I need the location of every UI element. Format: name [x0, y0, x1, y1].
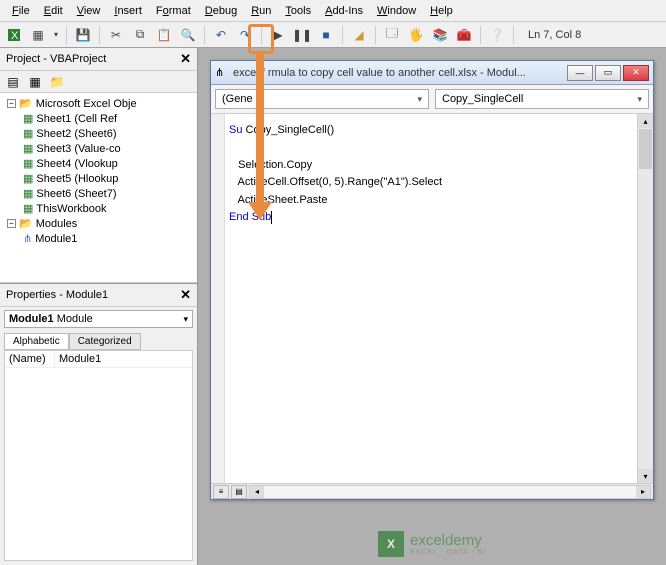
close-button[interactable]: ✕ [623, 65, 649, 81]
run-icon[interactable]: ▶ [268, 25, 288, 45]
design-mode-icon[interactable]: ◢ [349, 25, 369, 45]
tree-thisworkbook[interactable]: ▦ThisWorkbook [3, 201, 194, 216]
redo-icon[interactable]: ↷ [235, 25, 255, 45]
view-excel-icon[interactable]: X [4, 25, 24, 45]
tree-sheet[interactable]: ▦Sheet2 (Sheet6) [3, 126, 194, 141]
tree-module[interactable]: ⋔Module1 [3, 231, 194, 246]
properties-pane-title: Properties - Module1 ✕ [0, 283, 197, 307]
tab-categorized[interactable]: Categorized [69, 333, 141, 350]
project-toolbar: ▤ ▦ 📁 [0, 71, 197, 93]
code-window-titlebar[interactable]: ⋔ excel f rmula to copy cell value to an… [211, 61, 653, 85]
code-margin [211, 114, 225, 483]
tab-alphabetic[interactable]: Alphabetic [4, 333, 69, 350]
object-combo[interactable]: (Gene ▾ [215, 89, 429, 109]
properties-grid[interactable]: (Name) Module1 [4, 350, 193, 561]
undo-icon[interactable]: ↶ [211, 25, 231, 45]
view-code-icon[interactable]: ▤ [4, 73, 22, 91]
menu-help[interactable]: Help [424, 2, 459, 20]
menu-debug[interactable]: Debug [199, 2, 243, 20]
tree-sheet[interactable]: ▦Sheet5 (Hlookup [3, 171, 194, 186]
properties-icon[interactable]: 🖐 [406, 25, 426, 45]
menu-window[interactable]: Window [371, 2, 422, 20]
code-editor[interactable]: Su Copy_SingleCell() Selection.Copy Acti… [225, 114, 637, 483]
scroll-down-icon[interactable]: ▾ [638, 469, 653, 483]
help-icon[interactable]: ❔ [487, 25, 507, 45]
project-tree[interactable]: −📂Microsoft Excel Obje ▦Sheet1 (Cell Ref… [0, 93, 197, 283]
menu-format[interactable]: Format [150, 2, 197, 20]
minimize-button[interactable]: — [567, 65, 593, 81]
code-window: ⋔ excel f rmula to copy cell value to an… [210, 60, 654, 500]
project-explorer-icon[interactable]: 🗔 [382, 25, 402, 45]
code-window-title: excel f rmula to copy cell value to anot… [233, 67, 563, 79]
project-pane-title: Project - VBAProject ✕ [0, 48, 197, 71]
paste-icon[interactable]: 📋 [154, 25, 174, 45]
horizontal-scrollbar[interactable]: ≡ ▤ ◂ ▸ [211, 483, 653, 499]
full-module-view-icon[interactable]: ▤ [231, 485, 247, 499]
chevron-down-icon: ▾ [183, 314, 188, 325]
cursor-position: Ln 7, Col 8 [524, 29, 585, 41]
tree-sheet[interactable]: ▦Sheet6 (Sheet7) [3, 186, 194, 201]
chevron-down-icon: ▾ [417, 94, 422, 105]
break-icon[interactable]: ❚❚ [292, 25, 312, 45]
tree-folder-modules[interactable]: −📂Modules [3, 216, 194, 231]
toggle-folders-icon[interactable]: 📁 [48, 73, 66, 91]
tree-sheet[interactable]: ▦Sheet1 (Cell Ref [3, 111, 194, 126]
menu-bar: File Edit View Insert Format Debug Run T… [0, 0, 666, 22]
find-icon[interactable]: 🔍 [178, 25, 198, 45]
reset-icon[interactable]: ■ [316, 25, 336, 45]
text-cursor [271, 211, 272, 224]
svg-text:X: X [11, 30, 19, 42]
tree-folder-excel-objects[interactable]: −📂Microsoft Excel Obje [3, 96, 194, 111]
toolbox-icon[interactable]: 🧰 [454, 25, 474, 45]
procedure-view-icon[interactable]: ≡ [213, 485, 229, 499]
maximize-button[interactable]: ▭ [595, 65, 621, 81]
copy-icon[interactable]: ⧉ [130, 25, 150, 45]
watermark: X exceldemy EXCEL · DATA · BI [378, 531, 486, 557]
property-row[interactable]: (Name) Module1 [5, 351, 192, 368]
view-object-icon[interactable]: ▦ [26, 73, 44, 91]
scroll-up-icon[interactable]: ▴ [638, 114, 653, 128]
procedure-combo[interactable]: Copy_SingleCell ▾ [435, 89, 649, 109]
close-icon[interactable]: ✕ [180, 287, 191, 303]
insert-module-icon[interactable]: ▦ [28, 25, 48, 45]
close-icon[interactable]: ✕ [180, 51, 191, 67]
module-icon: ⋔ [215, 66, 229, 80]
object-browser-icon[interactable]: 📚 [430, 25, 450, 45]
cut-icon[interactable]: ✂ [106, 25, 126, 45]
menu-run[interactable]: Run [245, 2, 277, 20]
scroll-left-icon[interactable]: ◂ [250, 486, 264, 498]
tree-sheet[interactable]: ▦Sheet4 (Vlookup [3, 156, 194, 171]
tree-sheet[interactable]: ▦Sheet3 (Value-co [3, 141, 194, 156]
properties-object-combo[interactable]: Module1 Module ▾ [4, 310, 193, 328]
menu-view[interactable]: View [71, 2, 107, 20]
chevron-down-icon: ▾ [637, 94, 642, 105]
vertical-scrollbar[interactable]: ▴ ▾ [637, 114, 653, 483]
menu-edit[interactable]: Edit [38, 2, 69, 20]
save-icon[interactable]: 💾 [73, 25, 93, 45]
scroll-thumb[interactable] [639, 129, 652, 169]
menu-file[interactable]: File [6, 2, 36, 20]
menu-tools[interactable]: Tools [279, 2, 317, 20]
toolbar: X ▦ ▾ 💾 ✂ ⧉ 📋 🔍 ↶ ↷ ▶ ❚❚ ■ ◢ 🗔 🖐 📚 🧰 ❔ L… [0, 22, 666, 48]
logo-icon: X [378, 531, 404, 557]
menu-insert[interactable]: Insert [108, 2, 148, 20]
dropdown-icon[interactable]: ▾ [52, 25, 60, 45]
scroll-right-icon[interactable]: ▸ [636, 486, 650, 498]
menu-addins[interactable]: Add-Ins [319, 2, 369, 20]
